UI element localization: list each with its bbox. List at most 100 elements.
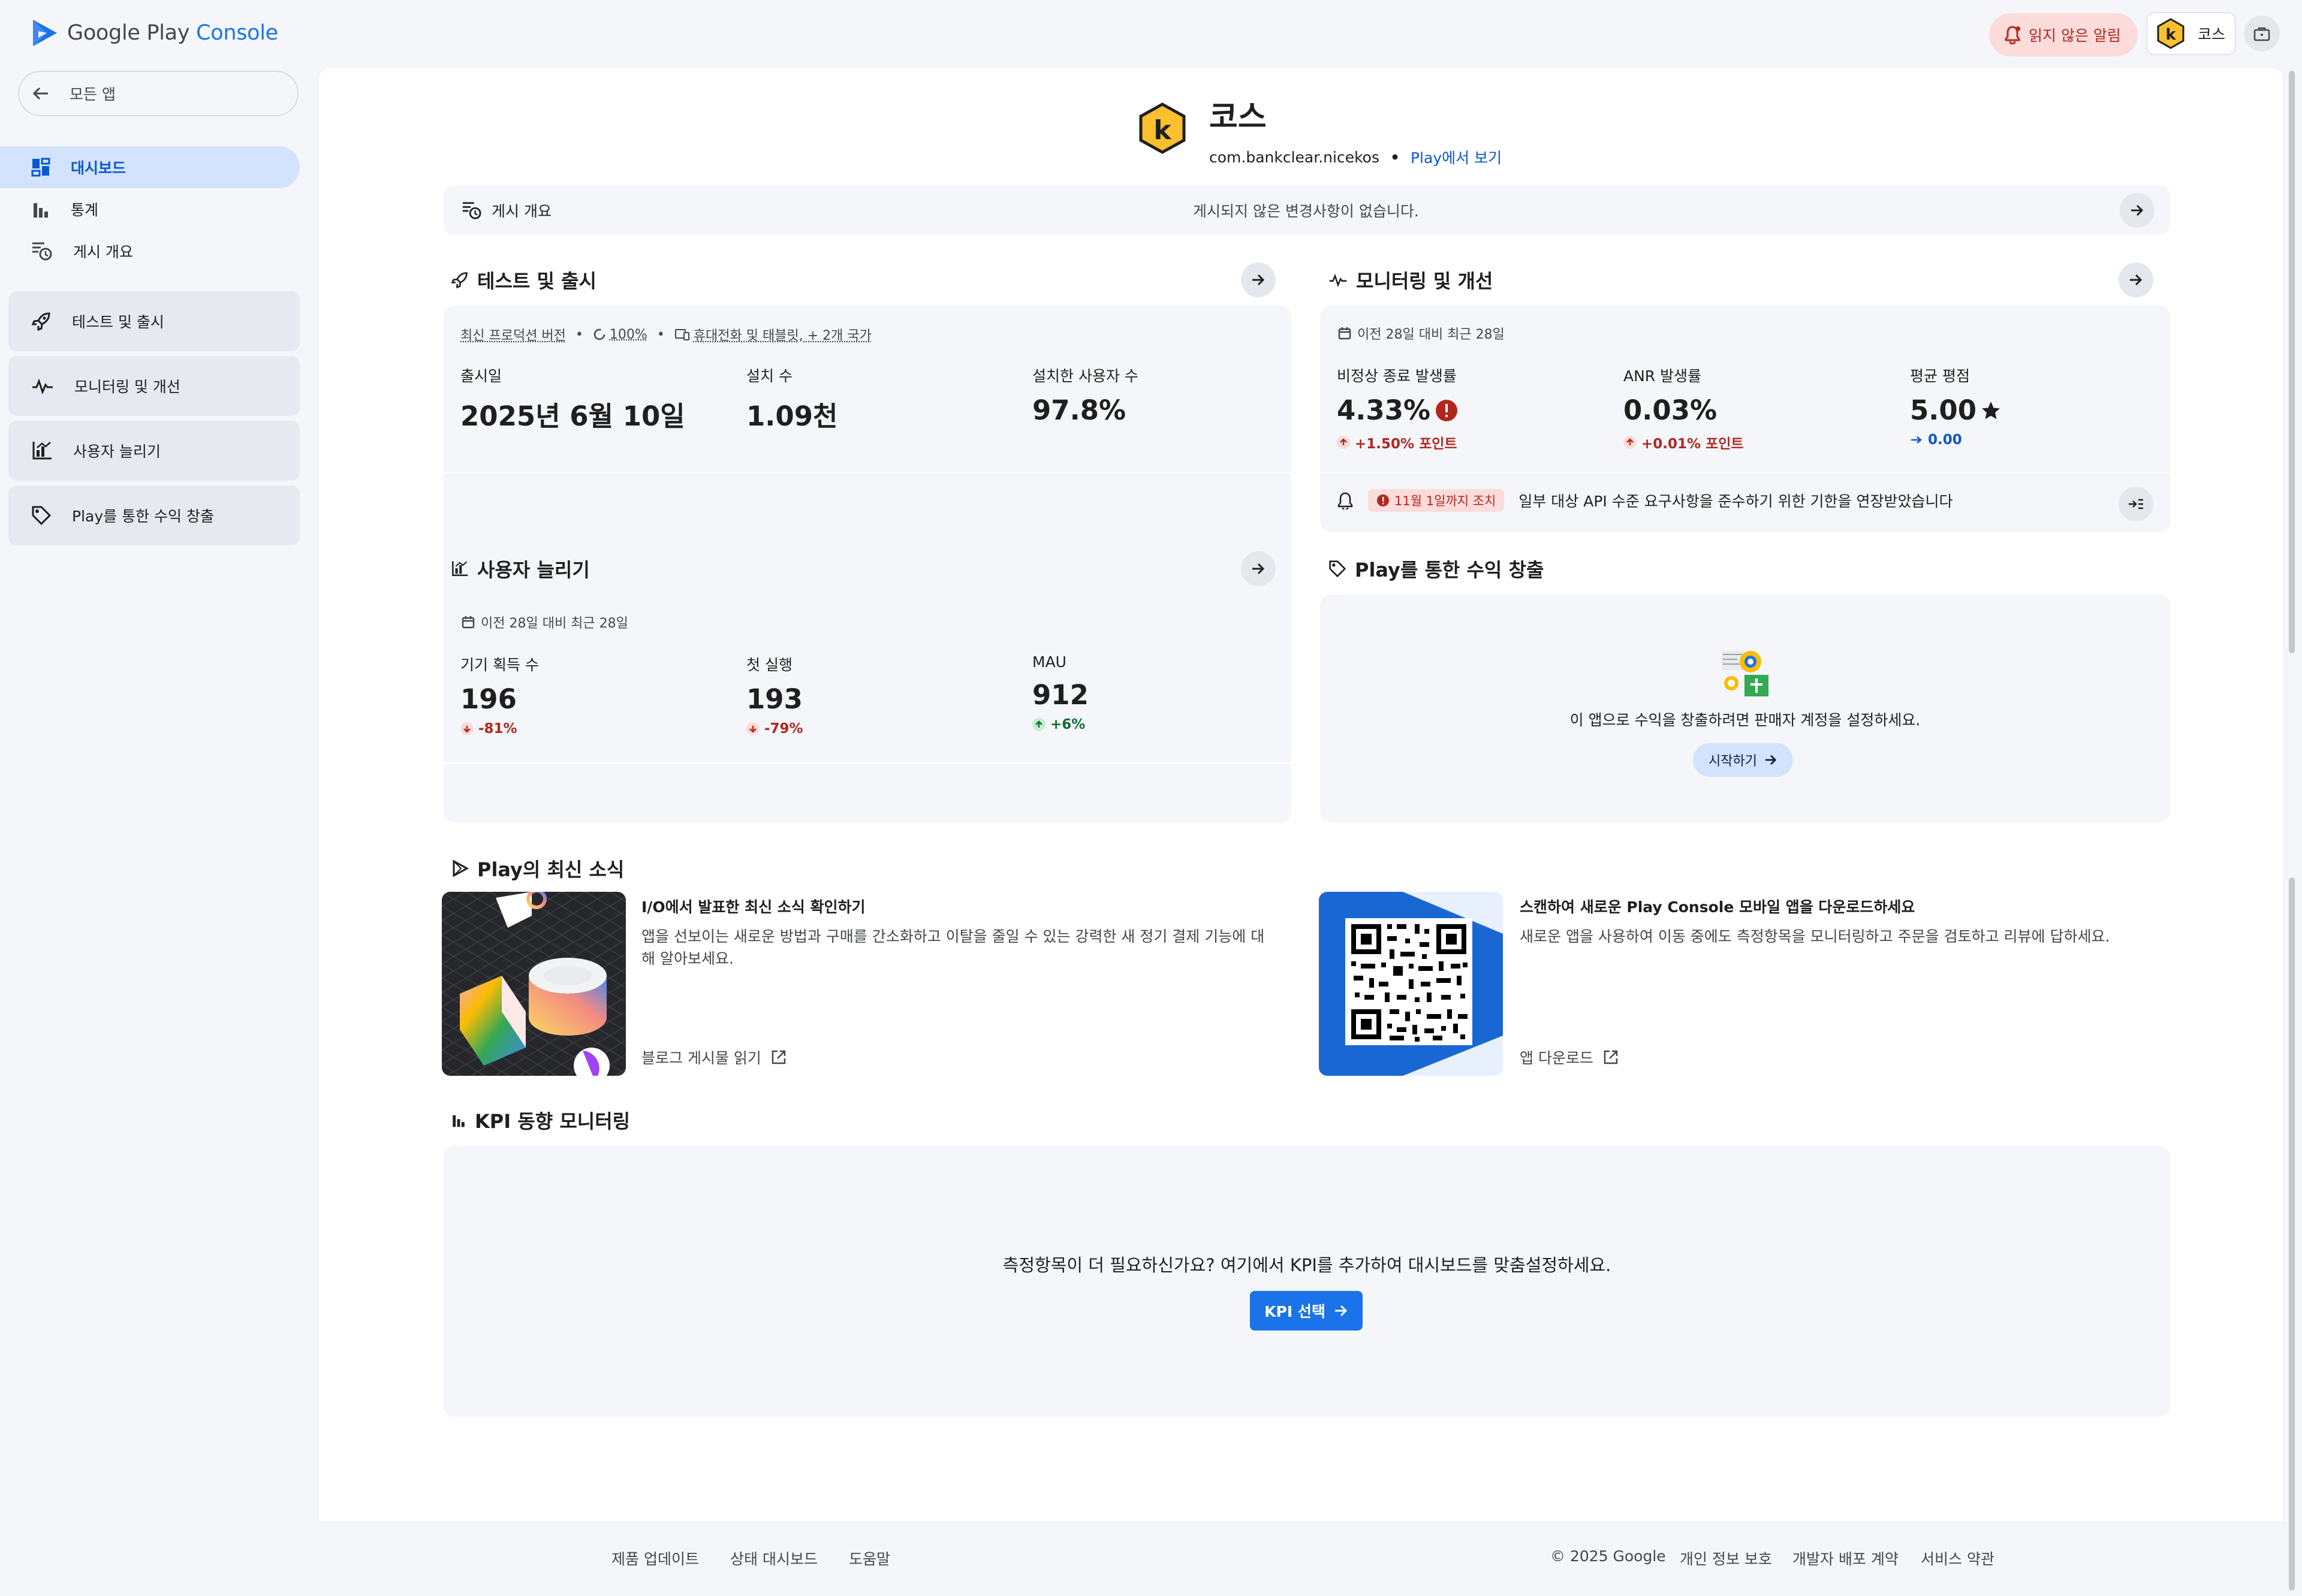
unread-notifications-button[interactable]: 읽지 않은 알림 (1989, 13, 2138, 56)
top-app-bar: Google Play Console 읽지 않은 알림 k 코스 (0, 0, 2302, 67)
open-in-new-icon (1604, 1050, 1618, 1064)
qr-code-image[interactable] (1319, 892, 1503, 1076)
latest-production-version[interactable]: 최신 프로덕션 버전 (460, 325, 566, 344)
play-console-logo[interactable]: Google Play Console (31, 18, 278, 48)
arrow-forward-icon (1334, 1305, 1347, 1317)
sidebar-item-statistics[interactable]: 통계 (0, 188, 300, 230)
arrow-back-icon (32, 87, 48, 100)
separator-dot: • (1390, 148, 1400, 166)
footer-link-privacy[interactable]: 개인 정보 보호 (1680, 1547, 1772, 1569)
select-kpi-label: KPI 선택 (1264, 1303, 1325, 1320)
monitoring-header: 모니터링 및 개선 (1328, 266, 1493, 294)
sidebar-item-dashboard[interactable]: 대시보드 (0, 146, 300, 188)
test-release-arrow-button[interactable] (1241, 263, 1276, 297)
calendar-icon (462, 616, 475, 629)
sidebar-card-label: 사용자 늘리기 (73, 443, 161, 460)
metric-installs: 설치 수 1.09천 (746, 364, 837, 433)
publishing-overview-bar[interactable]: 게시 개요 게시되지 않은 변경사항이 없습니다. (444, 186, 2170, 235)
metric-value: 0.03% (1623, 394, 1718, 426)
metric-crash-rate: 비정상 종료 발생률 4.33% +1.50% 포인트 (1337, 364, 1458, 452)
monitoring-panel: 이전 28일 대비 최근 28일 비정상 종료 발생률 4.33% +1.50%… (1320, 306, 2170, 532)
footer-link-product-updates[interactable]: 제품 업데이트 (611, 1547, 699, 1569)
app-title: 코스 (1209, 99, 1267, 135)
io-news-image[interactable] (442, 892, 626, 1076)
tag-icon (1329, 560, 1346, 578)
arrow-up-icon (1032, 718, 1045, 731)
view-in-play-link[interactable]: Play에서 보기 (1411, 146, 1502, 168)
scrollbar-thumb-bottom[interactable] (2289, 877, 2295, 1591)
arrow-forward-icon (2130, 274, 2143, 286)
get-started-button[interactable]: 시작하기 (1693, 743, 1793, 777)
select-kpi-button[interactable]: KPI 선택 (1250, 1291, 1363, 1330)
metric-label: 설치 수 (746, 367, 793, 385)
sidebar-item-grow-users[interactable]: 사용자 늘리기 (8, 421, 300, 481)
rocket-icon (451, 272, 468, 289)
main-scrollbar[interactable] (2289, 67, 2298, 1591)
error-icon (1377, 494, 1389, 506)
metric-label: ANR 발생률 (1623, 367, 1702, 385)
period-text: 이전 28일 대비 최근 28일 (481, 616, 628, 631)
arrow-up-icon (1337, 436, 1350, 449)
section-title: 테스트 및 출시 (477, 270, 596, 292)
read-blog-post-link[interactable]: 블로그 게시물 읽기 (641, 1046, 787, 1068)
news-item-title[interactable]: I/O에서 발표한 최신 소식 확인하기 (641, 895, 866, 917)
metric-value: 4.33% (1337, 394, 1431, 426)
app-header: k 코스 com.bankclear.nicekos • Play에서 보기 (1136, 102, 1502, 168)
tag-icon (32, 506, 52, 526)
error-icon[interactable] (1435, 399, 1458, 422)
device-targeting[interactable]: 휴대전화 및 태블릿, + 2개 국가 (694, 325, 872, 344)
vitals-icon (32, 378, 53, 394)
calendar-icon (1338, 327, 1351, 340)
sidebar-item-test-release[interactable]: 테스트 및 출시 (8, 291, 300, 351)
api-notice-expand-button[interactable] (2119, 487, 2153, 521)
news-item-title[interactable]: 스캔하여 새로운 Play Console 모바일 앱을 다운로드하세요 (1520, 895, 1915, 917)
publishing-overview-arrow-button[interactable] (2120, 193, 2155, 228)
sidebar-item-label: 대시보드 (71, 159, 126, 177)
all-apps-button[interactable]: 모든 앱 (18, 71, 299, 116)
kpi-message: 측정항목이 더 필요하신가요? 여기에서 KPI를 추가하여 대시보드를 맞춤설… (1002, 1255, 1611, 1275)
footer-link-status-dashboard[interactable]: 상태 대시보드 (730, 1547, 818, 1569)
account-switcher[interactable]: k 코스 (2146, 12, 2236, 55)
developer-account-button[interactable] (2244, 16, 2280, 52)
bar-chart-icon (34, 203, 48, 218)
metric-value: 196 (460, 683, 517, 715)
footer-link-help[interactable]: 도움말 (849, 1547, 890, 1569)
publishing-status-message: 게시되지 않은 변경사항이 없습니다. (1193, 203, 1419, 220)
grow-users-arrow-button[interactable] (1241, 551, 1276, 586)
devices-icon (674, 329, 689, 340)
metric-delta: -81% (478, 721, 517, 737)
play-logo-icon (33, 20, 57, 46)
app-package-name: com.bankclear.nicekos (1209, 148, 1379, 166)
grow-users-panel: 이전 28일 대비 최근 28일 기기 획득 수 196 -81% 첫 실행 1… (444, 595, 1291, 822)
rollout-percentage[interactable]: 100% (610, 327, 647, 342)
monitoring-arrow-button[interactable] (2119, 263, 2153, 297)
scrollbar-thumb-top[interactable] (2289, 71, 2295, 653)
arrow-forward-icon (1765, 755, 1777, 765)
sidebar-item-publishing-overview[interactable]: 게시 개요 (0, 230, 300, 272)
metric-label: 첫 실행 (746, 656, 793, 674)
sidebar-item-monetize[interactable]: Play를 통한 수익 창출 (8, 485, 300, 545)
publishing-overview-icon (462, 202, 481, 219)
metric-delta: +6% (1050, 717, 1086, 732)
news-item-description: 앱을 선보이는 새로운 방법과 구매를 간소화하고 이탈을 줄일 수 있는 강력… (641, 928, 1265, 967)
footer-copyright: © 2025 Google (1550, 1547, 1666, 1565)
deadline-badge: 11월 1일까지 조치 (1368, 489, 1505, 512)
section-title: KPI 동향 모니터링 (475, 1110, 631, 1133)
arrow-down-icon (460, 722, 474, 735)
footer-link-terms[interactable]: 서비스 약관 (1921, 1547, 1994, 1569)
footer-link-developer-agreement[interactable]: 개발자 배포 계약 (1792, 1547, 1899, 1569)
metric-value: 912 (1032, 679, 1089, 711)
metric-mau: MAU 912 +6% (1032, 653, 1089, 732)
metric-first-opens: 첫 실행 193 -79% (746, 653, 803, 737)
grow-users-period: 이전 28일 대비 최근 28일 (462, 613, 628, 632)
metric-anr-rate: ANR 발생률 0.03% +0.01% 포인트 (1623, 364, 1744, 452)
monetize-panel: 이 앱으로 수익을 창출하려면 판매자 계정을 설정하세요. 시작하기 (1320, 595, 2170, 822)
news-link-label: 블로그 게시물 읽기 (641, 1049, 761, 1067)
news-link-label: 앱 다운로드 (1520, 1049, 1593, 1067)
metric-value: 1.09천 (746, 400, 838, 432)
deadline-badge-text: 11월 1일까지 조치 (1394, 494, 1496, 508)
sidebar-item-monitoring[interactable]: 모니터링 및 개선 (8, 356, 300, 416)
download-app-link[interactable]: 앱 다운로드 (1520, 1046, 1619, 1068)
arrow-forward-icon (1252, 274, 1265, 286)
metric-label: 기기 획득 수 (460, 656, 539, 674)
